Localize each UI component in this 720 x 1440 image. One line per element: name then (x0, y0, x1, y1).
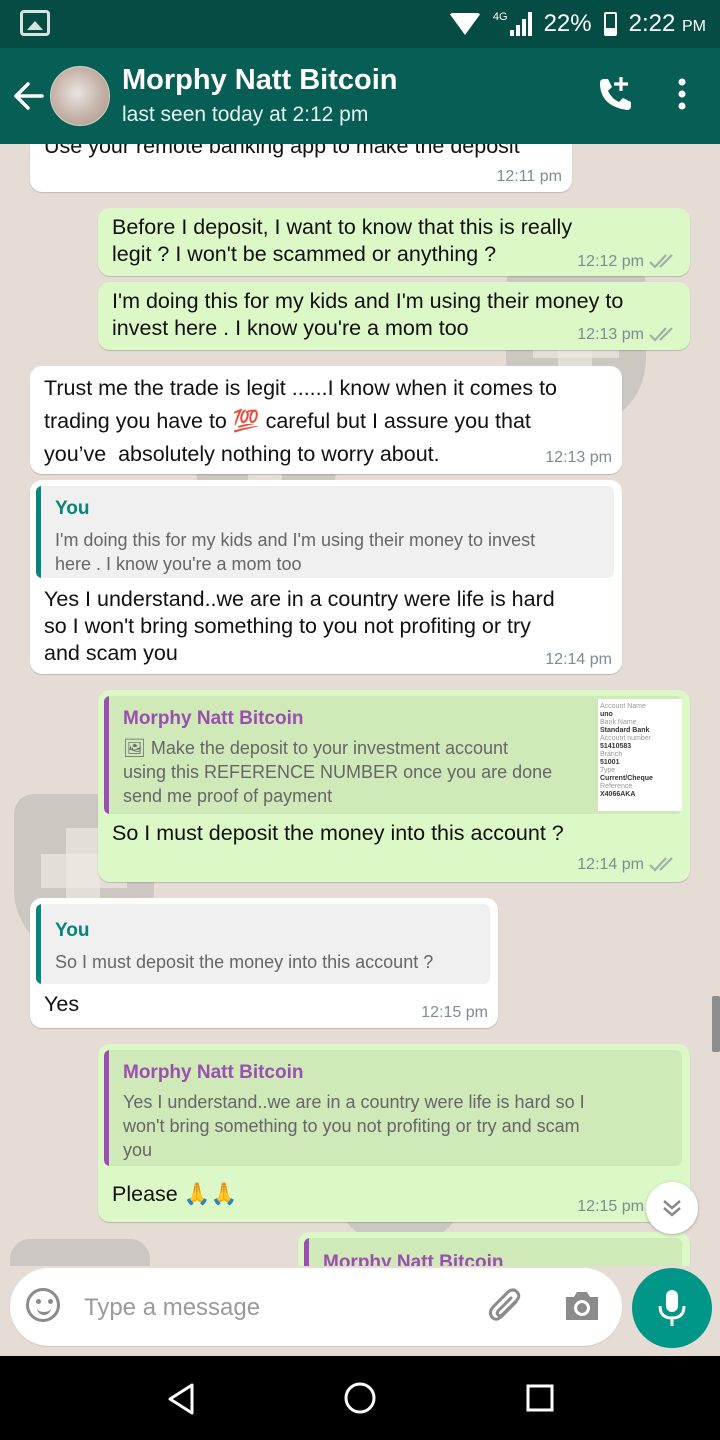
thumbnail-line: Reference (600, 783, 633, 790)
message-time: 12:15 pm (577, 1198, 644, 1215)
battery-percent: 22% (543, 10, 592, 37)
quoted-image-thumbnail: Account Name uno Bank Name Standard Bank… (598, 699, 682, 811)
chat-header: Morphy Natt Bitcoin last seen today at 2… (0, 48, 720, 144)
quoted-message[interactable]: You I'm doing this for my kids and I'm u… (36, 486, 614, 578)
message-incoming-reply[interactable]: You So I must deposit the money into thi… (30, 898, 498, 1028)
emoji-icon[interactable] (26, 1288, 60, 1322)
message-time: 12:13 pm (545, 449, 612, 466)
nav-home-icon[interactable] (343, 1381, 377, 1415)
message-text: Yes (44, 992, 80, 1016)
message-text: Before I deposit, I want to know that th… (112, 215, 573, 266)
message-incoming[interactable]: Trust me the trade is legit ......I know… (30, 366, 622, 474)
quote-author: You (55, 498, 90, 519)
message-outgoing-reply[interactable]: Morphy Natt Bitcoin (298, 1232, 690, 1266)
message-outgoing[interactable]: I'm doing this for my kids and I'm using… (98, 282, 690, 350)
gallery-notification-icon (20, 10, 50, 36)
network-type: 4G (492, 10, 508, 23)
nav-back-icon[interactable] (166, 1382, 198, 1416)
last-seen: last seen today at 2:12 pm (122, 103, 369, 126)
quote-author: You (55, 920, 90, 941)
message-time: 12:14 pm (577, 856, 644, 873)
message-text: Please 🙏🙏 (112, 1182, 238, 1206)
message-time: 12:13 pm (577, 326, 644, 343)
thumbnail-line: Account number (600, 735, 651, 742)
contact-name[interactable]: Morphy Natt Bitcoin (122, 64, 398, 97)
quote-bar (36, 904, 41, 984)
message-text: Use your remote banking app to make the … (44, 144, 520, 158)
thumbnail-line: Standard Bank (600, 727, 650, 734)
camera-icon[interactable] (562, 1288, 602, 1324)
clock: 2:22 PM (629, 10, 706, 38)
thumbnail-line: Account Name (600, 703, 646, 710)
message-text: Trust me the trade is legit ......I know… (44, 376, 558, 466)
quote-author: Morphy Natt Bitcoin (123, 708, 304, 729)
add-call-icon[interactable] (594, 74, 634, 114)
back-arrow-icon[interactable] (12, 76, 46, 116)
thumbnail-line: uno (600, 711, 613, 718)
quote-author: Morphy Natt Bitcoin (123, 1062, 304, 1083)
message-outgoing-reply[interactable]: Morphy Natt Bitcoin 🖼 Make the deposit t… (98, 690, 690, 882)
quote-text: I'm doing this for my kids and I'm using… (55, 530, 536, 574)
scrollbar-thumb[interactable] (712, 996, 720, 1052)
quoted-message[interactable]: Morphy Natt Bitcoin 🖼 Make the deposit t… (104, 696, 682, 814)
thumbnail-line: 51001 (600, 759, 620, 766)
message-outgoing[interactable]: Before I deposit, I want to know that th… (98, 208, 690, 276)
thumbnail-line: Current/Cheque (600, 775, 653, 782)
quote-bar (36, 486, 41, 578)
signal-icon (509, 12, 532, 36)
message-text: Yes I understand..we are in a country we… (44, 587, 555, 665)
contact-avatar[interactable] (50, 66, 110, 126)
quote-text: 🖼 Make the deposit to your investment ac… (123, 738, 553, 806)
message-input[interactable] (82, 1286, 486, 1330)
quote-text: So I must deposit the money into this ac… (55, 952, 434, 972)
thumbnail-line: Type (600, 767, 616, 774)
read-receipt-icon (649, 254, 673, 269)
thumbnail-line: 51410583 (600, 743, 632, 750)
microphone-icon (658, 1290, 686, 1326)
scroll-to-bottom-button[interactable] (646, 1182, 698, 1234)
wifi-icon (448, 13, 481, 35)
message-text: So I must deposit the money into this ac… (112, 821, 564, 845)
message-time: 12:11 pm (496, 168, 562, 185)
message-text: I'm doing this for my kids and I'm using… (112, 289, 624, 340)
quoted-message[interactable]: Morphy Natt Bitcoin (304, 1238, 682, 1266)
attach-icon[interactable] (488, 1288, 526, 1326)
read-receipt-icon (649, 327, 673, 342)
voice-record-button[interactable] (632, 1268, 712, 1348)
thumbnail-line: X4066AKA (600, 791, 636, 798)
message-composer (10, 1268, 622, 1346)
quoted-message[interactable]: You So I must deposit the money into thi… (36, 904, 490, 984)
battery-icon (603, 12, 617, 36)
watermark-shield (10, 1239, 150, 1266)
quote-bar (104, 1050, 109, 1166)
thumbnail-line: Bank Name (600, 719, 637, 726)
chat-area[interactable]: Use your remote banking app to make the … (0, 144, 720, 1266)
quote-bar (104, 696, 109, 814)
double-chevron-down-icon (663, 1200, 681, 1217)
clock-time: 2:22 (628, 10, 676, 37)
more-options-icon[interactable] (676, 74, 688, 114)
status-bar: 4G 22% 2:22 PM (0, 0, 720, 48)
message-outgoing-reply[interactable]: Morphy Natt Bitcoin Yes I understand..we… (98, 1044, 690, 1222)
thumbnail-line: Branch (600, 751, 623, 758)
quote-bar (304, 1238, 309, 1266)
quote-author: Morphy Natt Bitcoin (323, 1252, 504, 1266)
message-time: 12:14 pm (545, 651, 612, 668)
clock-ampm: PM (682, 18, 706, 35)
status-indicators: 4G 22% 2:22 PM (448, 0, 706, 48)
message-time: 12:15 pm (421, 1004, 488, 1021)
quoted-message[interactable]: Morphy Natt Bitcoin Yes I understand..we… (104, 1050, 682, 1166)
message-time: 12:12 pm (577, 253, 644, 270)
message-incoming[interactable]: Use your remote banking app to make the … (30, 144, 572, 192)
nav-recents-icon[interactable] (526, 1384, 554, 1412)
read-receipt-icon (649, 857, 673, 872)
quote-text: Yes I understand..we are in a country we… (123, 1092, 585, 1160)
system-nav-bar (0, 1356, 720, 1440)
message-incoming-reply[interactable]: You I'm doing this for my kids and I'm u… (30, 480, 622, 674)
